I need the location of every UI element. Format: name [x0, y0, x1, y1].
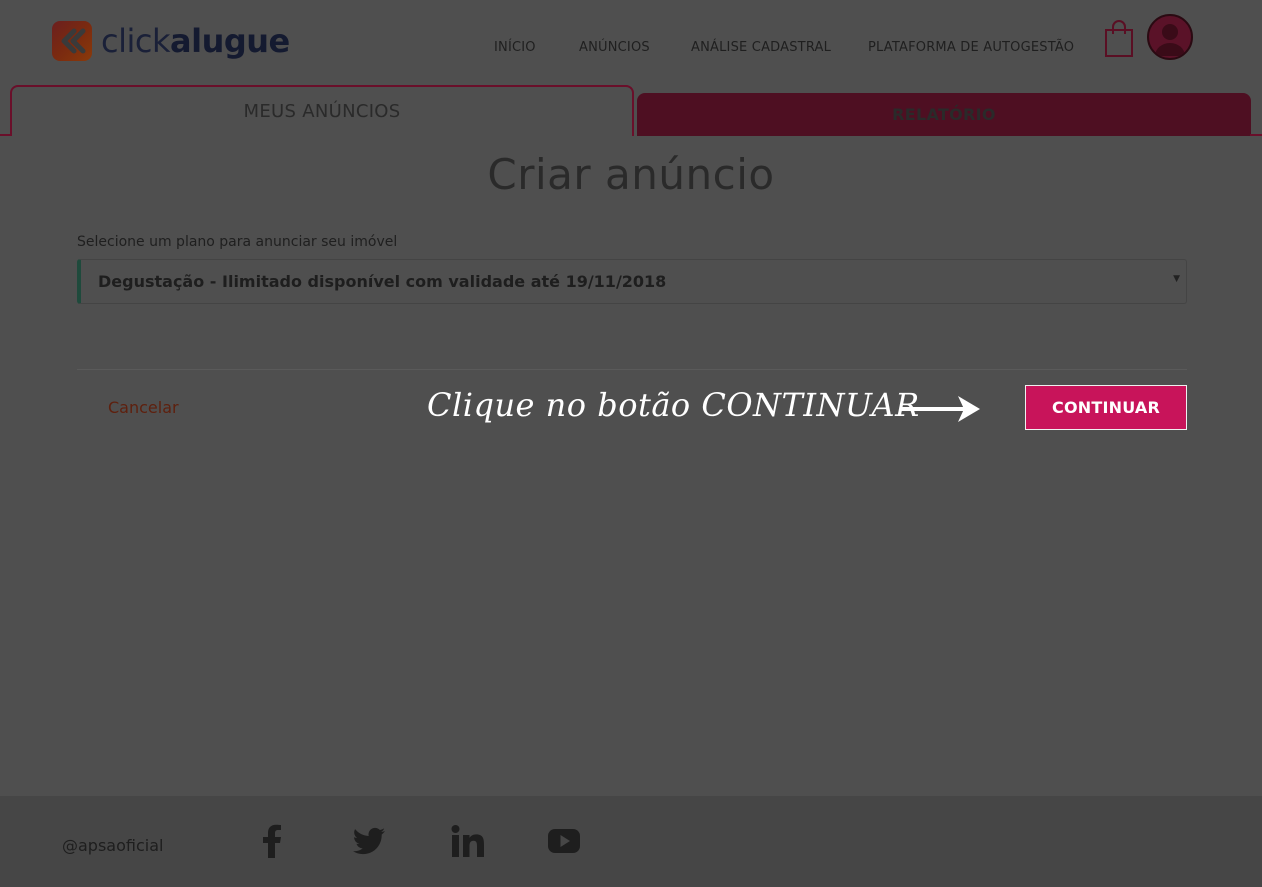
nav-item-anuncios[interactable]: ANÚNCIOS — [579, 40, 650, 55]
page-title: Criar anúncio — [487, 150, 775, 199]
nav-item-plataforma-autogestao[interactable]: PLATAFORMA DE AUTOGESTÃO — [868, 40, 1074, 55]
twitter-icon[interactable] — [352, 824, 386, 858]
user-avatar-icon[interactable] — [1147, 14, 1193, 60]
footer-handle: @apsaoficial — [62, 836, 164, 855]
header: clickalugue INÍCIO ANÚNCIOS ANÁLISE CADA… — [0, 0, 1262, 86]
tab-label: MEUS ANÚNCIOS — [243, 101, 401, 122]
brand-name: clickalugue — [101, 22, 290, 60]
plan-select-value: Degustação - Ilimitado disponível com va… — [98, 272, 667, 291]
continue-button[interactable]: CONTINUAR — [1025, 385, 1187, 430]
nav-item-inicio[interactable]: INÍCIO — [494, 40, 536, 55]
divider — [77, 369, 1187, 370]
footer: @apsaoficial — [0, 796, 1262, 887]
nav-item-analise-cadastral[interactable]: ANÁLISE CADASTRAL — [691, 40, 831, 55]
youtube-icon[interactable] — [547, 824, 581, 858]
plan-select[interactable]: Degustação - Ilimitado disponível com va… — [77, 259, 1187, 304]
logo-mark-icon — [52, 21, 92, 61]
tab-meus-anuncios[interactable]: MEUS ANÚNCIOS — [10, 85, 634, 136]
cancel-link[interactable]: Cancelar — [108, 398, 179, 417]
brand-logo[interactable]: clickalugue — [52, 21, 290, 61]
shopping-bag-icon[interactable] — [1104, 20, 1134, 58]
chevron-down-icon: ▼ — [1173, 274, 1180, 284]
tab-label: RELATÓRIO — [892, 105, 996, 124]
facebook-icon[interactable] — [256, 824, 290, 858]
tab-underline-right — [1250, 134, 1262, 136]
tab-relatorio[interactable]: RELATÓRIO — [637, 93, 1251, 136]
instruction-annotation: Clique no botão CONTINUAR — [427, 386, 920, 424]
linkedin-icon[interactable] — [450, 824, 484, 858]
plan-select-label: Selecione um plano para anunciar seu imó… — [77, 234, 398, 250]
arrow-right-icon — [900, 392, 982, 426]
